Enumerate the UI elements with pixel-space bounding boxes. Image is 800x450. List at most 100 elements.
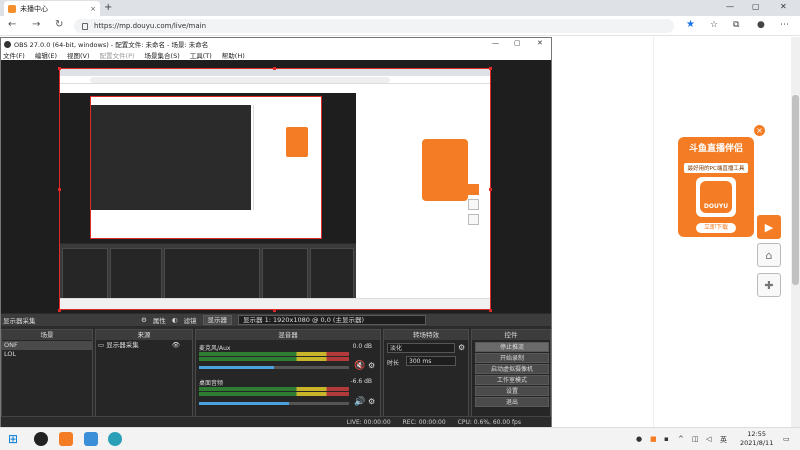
scene-item[interactable]: LOL: [2, 350, 92, 359]
filters-button[interactable]: 滤镜: [184, 315, 197, 325]
transform-handle[interactable]: [489, 67, 492, 70]
transform-handle[interactable]: [273, 67, 276, 70]
home-icon[interactable]: ⌂: [757, 243, 781, 267]
transition-select[interactable]: 淡化: [387, 343, 455, 353]
transform-handle[interactable]: [489, 188, 492, 191]
rec-status: REC: 00:00:00: [402, 418, 446, 426]
virtual-camera-button[interactable]: 启动虚拟摄像机: [475, 364, 549, 374]
filters-icon[interactable]: ◐: [172, 316, 178, 324]
more-icon[interactable]: ⋯: [780, 20, 789, 30]
transition-settings-icon[interactable]: ⚙: [458, 343, 465, 352]
controller-icon[interactable]: ✚: [757, 273, 781, 297]
studio-mode-button[interactable]: 工作室模式: [475, 375, 549, 385]
tray-ime-icon[interactable]: 英: [720, 435, 727, 445]
douyu-favicon-icon: [8, 4, 16, 13]
settings-button[interactable]: 设置: [475, 386, 549, 396]
lock-icon: [82, 22, 88, 30]
minimize-icon[interactable]: —: [726, 2, 734, 11]
reload-icon[interactable]: ↻: [55, 19, 63, 30]
browser-toolbar: ← → ↻ https://mp.douyu.com/live/main ★ ☆…: [0, 16, 800, 36]
muted-speaker-icon[interactable]: 🔇: [354, 361, 365, 371]
address-bar[interactable]: https://mp.douyu.com/live/main: [74, 19, 674, 33]
promo-download-button[interactable]: 立即下载: [696, 223, 736, 233]
obs-close-icon[interactable]: ✕: [537, 39, 543, 47]
douyu-promo-card[interactable]: 斗鱼直播伴侣 最好用的PC端直播工具 DOUYU 立即下载: [678, 137, 754, 237]
tray-app-icon[interactable]: ▪: [664, 435, 669, 443]
transform-handle[interactable]: [489, 309, 492, 312]
mixer-settings-icon[interactable]: ⚙: [368, 361, 375, 370]
maximize-icon[interactable]: ▢: [752, 2, 760, 11]
mixer-header: 混音器: [196, 330, 380, 340]
tray-network-icon[interactable]: ◫: [692, 435, 699, 443]
nested-dock-sources: [110, 248, 162, 304]
bookmark-star-icon[interactable]: ★: [686, 19, 695, 30]
stop-streaming-button[interactable]: 停止推流: [475, 342, 549, 352]
close-window-icon[interactable]: ✕: [780, 2, 787, 11]
live-play-icon[interactable]: ▶: [757, 215, 781, 239]
visibility-eye-icon[interactable]: 👁: [172, 341, 192, 350]
obs-minimize-icon[interactable]: —: [492, 39, 499, 47]
obs-title-bar: OBS 27.0.0 (64-bit, windows) - 配置文件: 未命名…: [1, 38, 551, 50]
app-taskbar-icon[interactable]: [84, 432, 98, 446]
browser-tab[interactable]: 未播中心 ×: [4, 1, 100, 16]
volume-fill: [199, 366, 274, 369]
start-recording-button[interactable]: 开始录制: [475, 353, 549, 363]
properties-icon[interactable]: ⚙: [141, 316, 147, 324]
volume-fill: [199, 402, 289, 405]
menu-scene-collection[interactable]: 场景集合(S): [145, 50, 180, 60]
douyu-logo-icon: DOUYU: [696, 177, 736, 217]
collections-icon[interactable]: ⧉: [733, 20, 739, 30]
obs-maximize-icon[interactable]: ▢: [514, 39, 521, 47]
back-icon[interactable]: ←: [8, 19, 16, 30]
properties-button[interactable]: 属性: [153, 315, 166, 325]
exit-button[interactable]: 退出: [475, 397, 549, 407]
volume-slider[interactable]: [199, 402, 349, 405]
menu-file[interactable]: 文件(F): [3, 50, 25, 60]
source-item[interactable]: ▭ 显示器采集 👁: [96, 341, 192, 350]
scene-item[interactable]: ONF: [2, 341, 92, 350]
obs-taskbar-icon[interactable]: [34, 432, 48, 446]
nested-side-icon: [468, 199, 479, 210]
new-tab-button[interactable]: +: [104, 2, 112, 13]
transform-handle[interactable]: [58, 309, 61, 312]
tray-volume-icon[interactable]: ◁: [706, 435, 711, 443]
menu-view[interactable]: 视图(V): [67, 50, 90, 60]
transform-handle[interactable]: [58, 188, 61, 191]
obs-preview[interactable]: [1, 60, 551, 313]
forward-icon[interactable]: →: [32, 19, 40, 30]
mixer-settings-icon[interactable]: ⚙: [368, 397, 375, 406]
audio-level-meter: [199, 392, 349, 396]
speaker-icon[interactable]: 🔊: [354, 397, 365, 407]
favorites-icon[interactable]: ☆: [710, 20, 718, 30]
source-toolbar-label: 显示器采集: [3, 317, 36, 325]
page-scroll-thumb[interactable]: [792, 95, 799, 285]
profile-icon[interactable]: ●: [757, 20, 765, 30]
duration-input[interactable]: 300 ms: [406, 356, 456, 366]
transform-handle[interactable]: [273, 309, 276, 312]
audio-level-meter: [199, 352, 349, 356]
controls-header: 控件: [472, 330, 550, 340]
menu-tools[interactable]: 工具(T): [190, 50, 212, 60]
promo-close-icon[interactable]: ×: [754, 125, 765, 136]
menu-edit[interactable]: 编辑(E): [35, 50, 57, 60]
tray-obs-icon[interactable]: ●: [636, 435, 642, 443]
windows-start-icon[interactable]: ⊞: [8, 432, 22, 446]
notification-icon[interactable]: ▭: [783, 435, 790, 443]
deep-nested-promo: [286, 127, 308, 157]
display-select[interactable]: 显示器 1: 1920x1080 @ 0,0 (主显示器): [238, 315, 426, 325]
tab-close-icon[interactable]: ×: [90, 5, 96, 13]
menu-profile[interactable]: 配置文件(P): [100, 50, 135, 60]
nested-side-icon: [468, 184, 479, 195]
system-clock[interactable]: 12:55 2021/8/11: [740, 430, 773, 448]
nested-nav-bar: [60, 76, 490, 84]
deep-nested-obs: [91, 105, 251, 210]
transform-handle[interactable]: [58, 67, 61, 70]
tray-douyu-icon[interactable]: ■: [650, 435, 657, 443]
menu-help[interactable]: 帮助(H): [222, 50, 245, 60]
edge-taskbar-icon[interactable]: [108, 432, 122, 446]
tray-up-arrow-icon[interactable]: ^: [678, 435, 684, 443]
douyu-taskbar-icon[interactable]: [59, 432, 73, 446]
obs-preview-canvas[interactable]: [59, 68, 491, 310]
audio-level-meter: [199, 357, 349, 361]
volume-slider[interactable]: [199, 366, 349, 369]
